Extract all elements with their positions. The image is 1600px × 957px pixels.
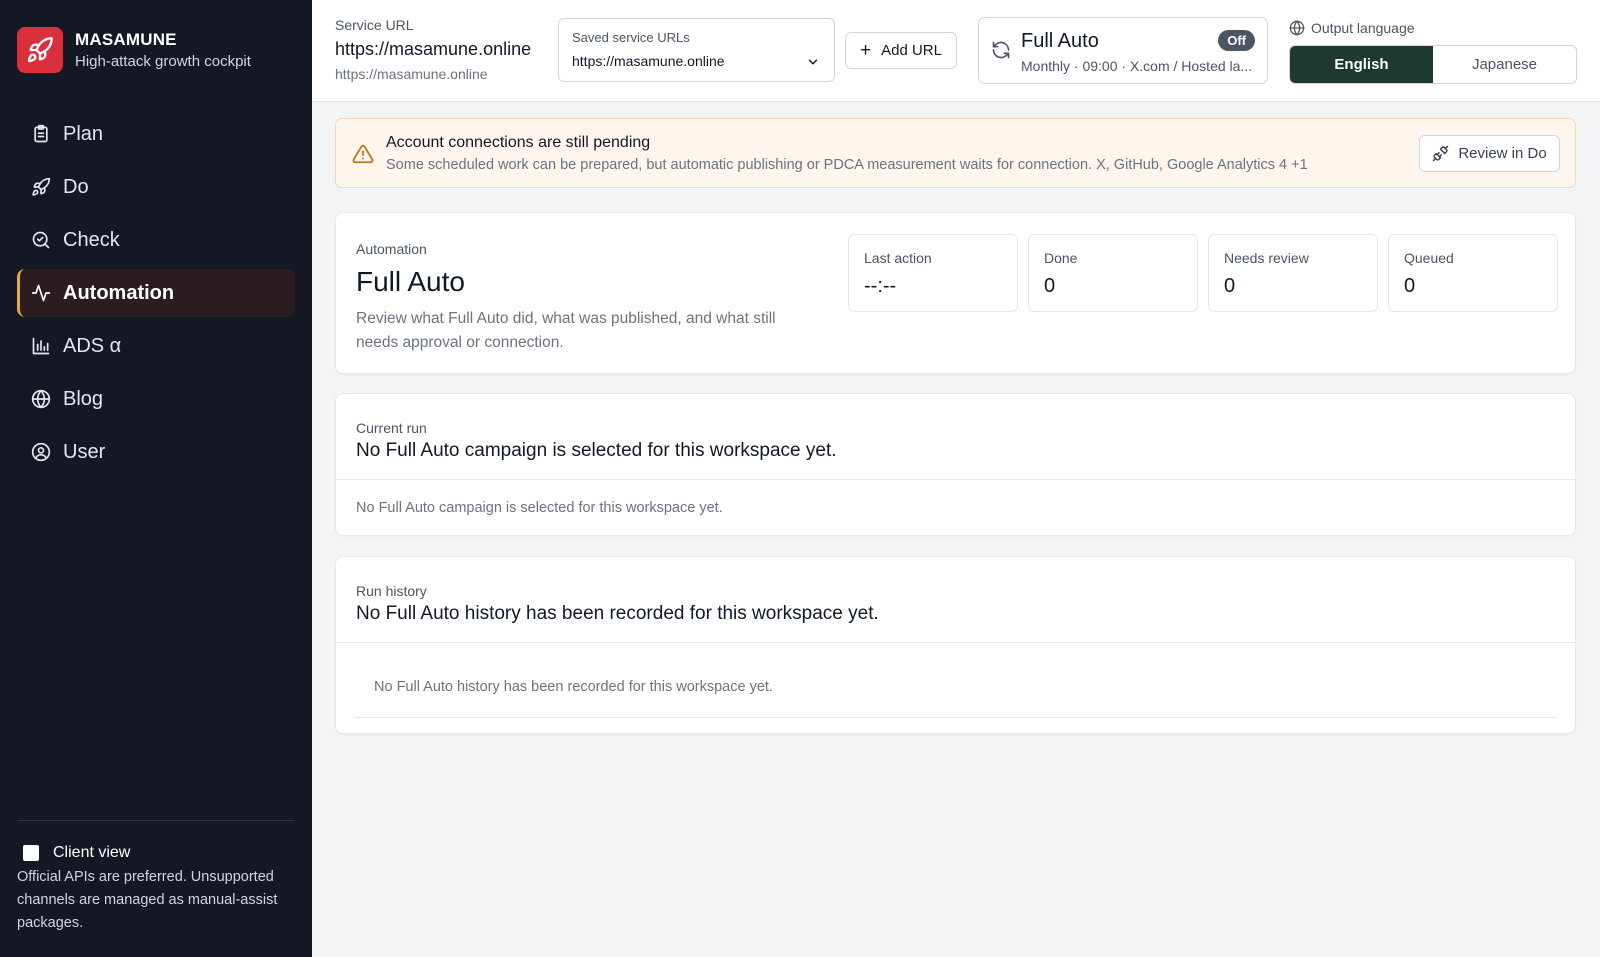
stat-value: 0 bbox=[1224, 275, 1236, 297]
stat-label: Needs review bbox=[1224, 250, 1309, 266]
sidebar-item-automation[interactable]: Automation bbox=[17, 269, 295, 317]
clipboard-icon bbox=[30, 123, 52, 145]
stat-label: Queued bbox=[1404, 250, 1454, 266]
review-in-do-label: Review in Do bbox=[1458, 145, 1547, 162]
stat-value: 0 bbox=[1404, 275, 1416, 297]
alert-text: Some scheduled work can be prepared, but… bbox=[386, 157, 1308, 173]
stat-label: Last action bbox=[864, 250, 932, 266]
run-history-card: Run history No Full Auto history has bee… bbox=[335, 556, 1576, 734]
service-url-block: Service URL https://masamune.online http… bbox=[335, 17, 545, 82]
stat-last-action: Last action --:-- bbox=[848, 234, 1018, 312]
sidebar-item-do[interactable]: Do bbox=[17, 163, 295, 211]
plug-icon bbox=[1432, 145, 1449, 162]
section-divider bbox=[336, 642, 1575, 643]
service-url-sub: https://masamune.online bbox=[335, 66, 488, 82]
review-in-do-button[interactable]: Review in Do bbox=[1419, 135, 1560, 172]
pending-connections-alert: Account connections are still pending So… bbox=[335, 118, 1576, 188]
service-url-label: Service URL bbox=[335, 17, 414, 33]
history-divider bbox=[354, 717, 1557, 718]
sidebar-nav: Plan Do Check Automation ADS α Blog User bbox=[17, 110, 295, 481]
client-view-toggle[interactable]: Client view bbox=[17, 844, 130, 862]
sidebar-item-user[interactable]: User bbox=[17, 428, 295, 476]
stat-label: Done bbox=[1044, 250, 1078, 266]
sidebar-note: Official APIs are preferred. Unsupported… bbox=[17, 869, 278, 931]
section-divider bbox=[336, 479, 1575, 480]
globe-icon bbox=[1289, 20, 1305, 36]
refresh-icon bbox=[991, 40, 1011, 65]
stat-done: Done 0 bbox=[1028, 234, 1198, 312]
service-url-value: https://masamune.online bbox=[335, 39, 532, 59]
sidebar-item-blog[interactable]: Blog bbox=[17, 375, 295, 423]
language-option-english[interactable]: English bbox=[1290, 46, 1433, 83]
activity-icon bbox=[30, 282, 52, 304]
stat-needs-review: Needs review 0 bbox=[1208, 234, 1378, 312]
user-circle-icon bbox=[30, 441, 52, 463]
saved-urls-value: https://masamune.online bbox=[572, 53, 725, 69]
output-language: Output language English Japanese bbox=[1289, 18, 1577, 84]
automation-description: Review what Full Auto did, what was publ… bbox=[356, 310, 776, 351]
full-auto-status[interactable]: Full Auto Monthly · 09:00 · X.com / Host… bbox=[978, 17, 1268, 84]
language-option-japanese[interactable]: Japanese bbox=[1433, 46, 1576, 83]
rocket-logo-icon bbox=[17, 27, 63, 73]
alert-title: Account connections are still pending bbox=[386, 134, 651, 151]
sidebar-item-check[interactable]: Check bbox=[17, 216, 295, 264]
sidebar-item-ads[interactable]: ADS α bbox=[17, 322, 295, 370]
full-auto-badge: Off bbox=[1218, 30, 1255, 51]
saved-urls-select[interactable]: Saved service URLs https://masamune.onli… bbox=[558, 18, 835, 82]
automation-title: Full Auto bbox=[356, 266, 465, 297]
current-run-body: No Full Auto campaign is selected for th… bbox=[356, 500, 723, 516]
automation-summary-card: Automation Full Auto Review what Full Au… bbox=[335, 212, 1576, 374]
brand-name: MASAMUNE bbox=[75, 30, 177, 49]
sidebar-divider bbox=[17, 820, 295, 821]
add-url-label: Add URL bbox=[881, 42, 942, 59]
stat-queued: Queued 0 bbox=[1388, 234, 1558, 312]
full-auto-subtitle: Monthly · 09:00 · X.com / Hosted la... bbox=[1021, 58, 1253, 74]
sidebar-item-label: Do bbox=[63, 175, 89, 198]
automation-label: Automation bbox=[356, 241, 427, 257]
language-segmented-control: English Japanese bbox=[1289, 45, 1577, 84]
brand[interactable]: MASAMUNE High-attack growth cockpit bbox=[17, 27, 251, 73]
sidebar-item-label: Automation bbox=[63, 281, 175, 304]
top-header: Service URL https://masamune.online http… bbox=[312, 0, 1600, 102]
sidebar-item-label: Check bbox=[63, 228, 120, 251]
sidebar-item-label: Blog bbox=[63, 387, 104, 410]
chevron-down-icon bbox=[806, 55, 820, 74]
current-run-label: Current run bbox=[356, 420, 427, 436]
warning-icon bbox=[352, 143, 374, 170]
full-auto-title: Full Auto bbox=[1021, 30, 1099, 52]
run-history-label: Run history bbox=[356, 583, 427, 599]
current-run-title: No Full Auto campaign is selected for th… bbox=[356, 440, 837, 461]
stat-value: 0 bbox=[1044, 275, 1056, 297]
saved-urls-label: Saved service URLs bbox=[572, 30, 690, 45]
run-history-title: No Full Auto history has been recorded f… bbox=[356, 603, 879, 624]
current-run-card: Current run No Full Auto campaign is sel… bbox=[335, 393, 1576, 536]
stat-value: --:-- bbox=[864, 275, 897, 297]
add-url-button[interactable]: + Add URL bbox=[845, 32, 957, 69]
sidebar-item-label: ADS α bbox=[63, 334, 122, 357]
client-view-label: Client view bbox=[53, 844, 131, 861]
sidebar-item-plan[interactable]: Plan bbox=[17, 110, 295, 158]
rocket-icon bbox=[30, 176, 52, 198]
sidebar-item-label: User bbox=[63, 440, 106, 463]
search-check-icon bbox=[30, 229, 52, 251]
client-view-checkbox[interactable] bbox=[23, 845, 39, 861]
globe-icon bbox=[30, 388, 52, 410]
output-language-label: Output language bbox=[1311, 20, 1415, 36]
bar-chart-icon bbox=[30, 335, 52, 357]
run-history-body: No Full Auto history has been recorded f… bbox=[374, 679, 773, 695]
brand-tagline: High-attack growth cockpit bbox=[75, 53, 251, 70]
sidebar-item-label: Plan bbox=[63, 122, 104, 145]
plus-icon: + bbox=[860, 40, 872, 61]
sidebar: MASAMUNE High-attack growth cockpit Plan… bbox=[0, 0, 312, 957]
